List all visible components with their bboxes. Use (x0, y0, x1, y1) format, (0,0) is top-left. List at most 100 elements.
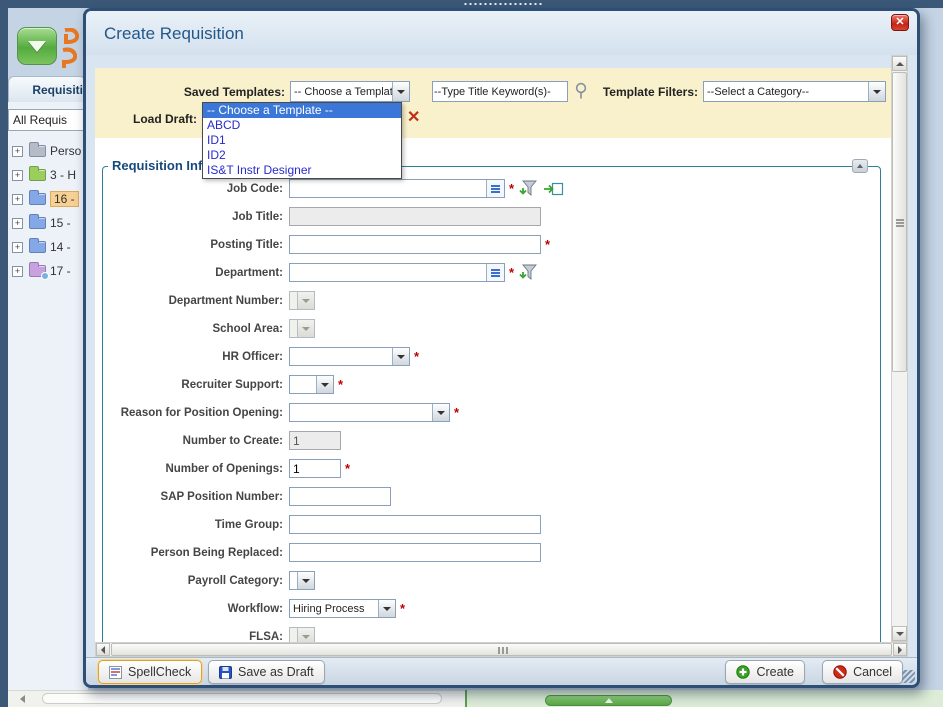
workflow-value: Hiring Process (293, 602, 365, 615)
posting-title-input[interactable] (289, 235, 541, 254)
expand-icon[interactable]: + (12, 217, 23, 229)
dropdown-button[interactable] (868, 82, 885, 101)
option-choose-template[interactable]: -- Choose a Template -- (203, 103, 401, 118)
cancel-button[interactable]: Cancel (822, 660, 903, 684)
person-replaced-input[interactable] (289, 543, 541, 562)
scroll-down-button[interactable] (892, 626, 907, 641)
dialog-vertical-scrollbar[interactable] (891, 55, 908, 642)
tree-item-16[interactable]: + 16 - (12, 187, 86, 211)
close-button[interactable]: ✕ (891, 14, 909, 31)
required-marker: * (509, 265, 515, 280)
option-ist-instr-designer[interactable]: IS&T Instr Designer (203, 163, 401, 178)
workflow-select[interactable]: Hiring Process (289, 599, 396, 618)
dropdown-button[interactable] (392, 348, 409, 365)
dialog-resize-handle[interactable] (902, 670, 915, 683)
lookup-list-icon[interactable] (486, 180, 504, 197)
department-text[interactable] (290, 264, 486, 281)
dropdown-button[interactable] (297, 572, 314, 589)
requisition-filter-value: All Requis (13, 113, 68, 127)
tab-requisitions[interactable]: Requisiti (8, 76, 86, 102)
tree-item-14[interactable]: + 14 - (12, 235, 86, 259)
create-label: Create (756, 665, 794, 679)
search-icon[interactable] (574, 82, 589, 105)
payroll-category-select[interactable] (289, 571, 315, 590)
required-marker: * (338, 377, 344, 392)
job-code-input[interactable] (289, 179, 505, 198)
person-replaced-label: Person Being Replaced: (150, 546, 283, 559)
hr-officer-select[interactable] (289, 347, 410, 366)
scrollbar-thumb[interactable] (42, 693, 442, 704)
scroll-up-button[interactable] (892, 56, 907, 71)
dropdown-button[interactable] (392, 82, 409, 101)
field-row-job-code: Job Code: * (103, 179, 880, 198)
dropdown-button[interactable] (432, 404, 449, 421)
field-row-hr-officer: HR Officer: * (103, 347, 880, 366)
field-row-posting-title: Posting Title: * (103, 235, 880, 254)
chevron-up-icon (604, 698, 613, 703)
folder-icon (29, 166, 46, 181)
sap-position-input[interactable] (289, 487, 391, 506)
number-to-create-input (289, 431, 341, 450)
dialog-horizontal-scrollbar[interactable] (95, 642, 908, 657)
field-row-reason: Reason for Position Opening: * (103, 403, 880, 422)
splitter-drag-handle-icon[interactable] (463, 2, 543, 6)
page-horizontal-scrollbar[interactable] (8, 690, 465, 707)
required-marker: * (414, 349, 420, 364)
tree-item-17[interactable]: + 17 - (12, 259, 86, 283)
expand-icon[interactable]: + (12, 145, 23, 157)
expand-icon[interactable]: + (12, 241, 23, 253)
scroll-down-icon (895, 631, 904, 636)
template-filters-label: Template Filters: (602, 85, 698, 99)
scroll-right-icon (898, 645, 902, 654)
department-label: Department: (215, 266, 283, 279)
category-filter-select[interactable]: --Select a Category-- (703, 81, 886, 102)
panel-expand-handle[interactable] (545, 695, 672, 706)
time-group-input[interactable] (289, 515, 541, 534)
save-as-draft-button[interactable]: Save as Draft (208, 660, 325, 684)
saved-templates-value: -- Choose a Template -- (294, 85, 392, 98)
lookup-list-icon[interactable] (486, 264, 504, 281)
dropdown-button (297, 320, 314, 337)
option-abcd[interactable]: ABCD (203, 118, 401, 133)
dropdown-button[interactable] (378, 600, 395, 617)
job-code-text[interactable] (290, 180, 486, 197)
flsa-label: FLSA: (249, 630, 283, 643)
folder-icon (29, 142, 46, 157)
title-keyword-input[interactable] (432, 81, 568, 102)
number-of-openings-input[interactable] (289, 459, 341, 478)
tree-item-label: 14 - (50, 240, 71, 254)
scrollbar-thumb[interactable] (892, 72, 907, 372)
expand-icon[interactable]: + (12, 169, 23, 181)
tree-item-3[interactable]: + 3 - H (12, 163, 86, 187)
clear-draft-icon[interactable]: ✕ (407, 110, 420, 126)
dropdown-button[interactable] (316, 376, 333, 393)
folder-icon (29, 190, 46, 205)
autofill-from-code-icon[interactable] (543, 182, 564, 196)
expand-icon[interactable]: + (12, 193, 23, 205)
scroll-left-icon (101, 645, 105, 654)
create-button[interactable]: Create (725, 660, 805, 684)
saved-templates-select[interactable]: -- Choose a Template -- (290, 81, 410, 102)
option-id1[interactable]: ID1 (203, 133, 401, 148)
option-id2[interactable]: ID2 (203, 148, 401, 163)
field-row-number-to-create: Number to Create: (103, 431, 880, 450)
requisition-filter-select[interactable]: All Requis (8, 109, 86, 131)
scroll-left-button[interactable] (96, 643, 110, 656)
scroll-left-icon[interactable] (20, 695, 25, 703)
reason-select[interactable] (289, 403, 450, 422)
spellcheck-button[interactable]: SpellCheck (98, 660, 203, 684)
collapse-section-button[interactable] (852, 159, 868, 173)
filter-funnel-icon[interactable] (519, 180, 538, 197)
saved-templates-label: Saved Templates: (183, 85, 285, 99)
expand-icon[interactable]: + (12, 265, 23, 277)
filter-funnel-icon[interactable] (519, 264, 538, 281)
tree-item-15[interactable]: + 15 - (12, 211, 86, 235)
field-row-job-title: Job Title: (103, 207, 880, 226)
app-collapse-button[interactable] (17, 27, 57, 65)
tree-item-label: 15 - (50, 216, 71, 230)
recruiter-support-select[interactable] (289, 375, 334, 394)
scrollbar-thumb[interactable] (111, 643, 892, 656)
department-input[interactable] (289, 263, 505, 282)
scroll-right-button[interactable] (893, 643, 907, 656)
tree-item-personal[interactable]: + Perso (12, 139, 86, 163)
